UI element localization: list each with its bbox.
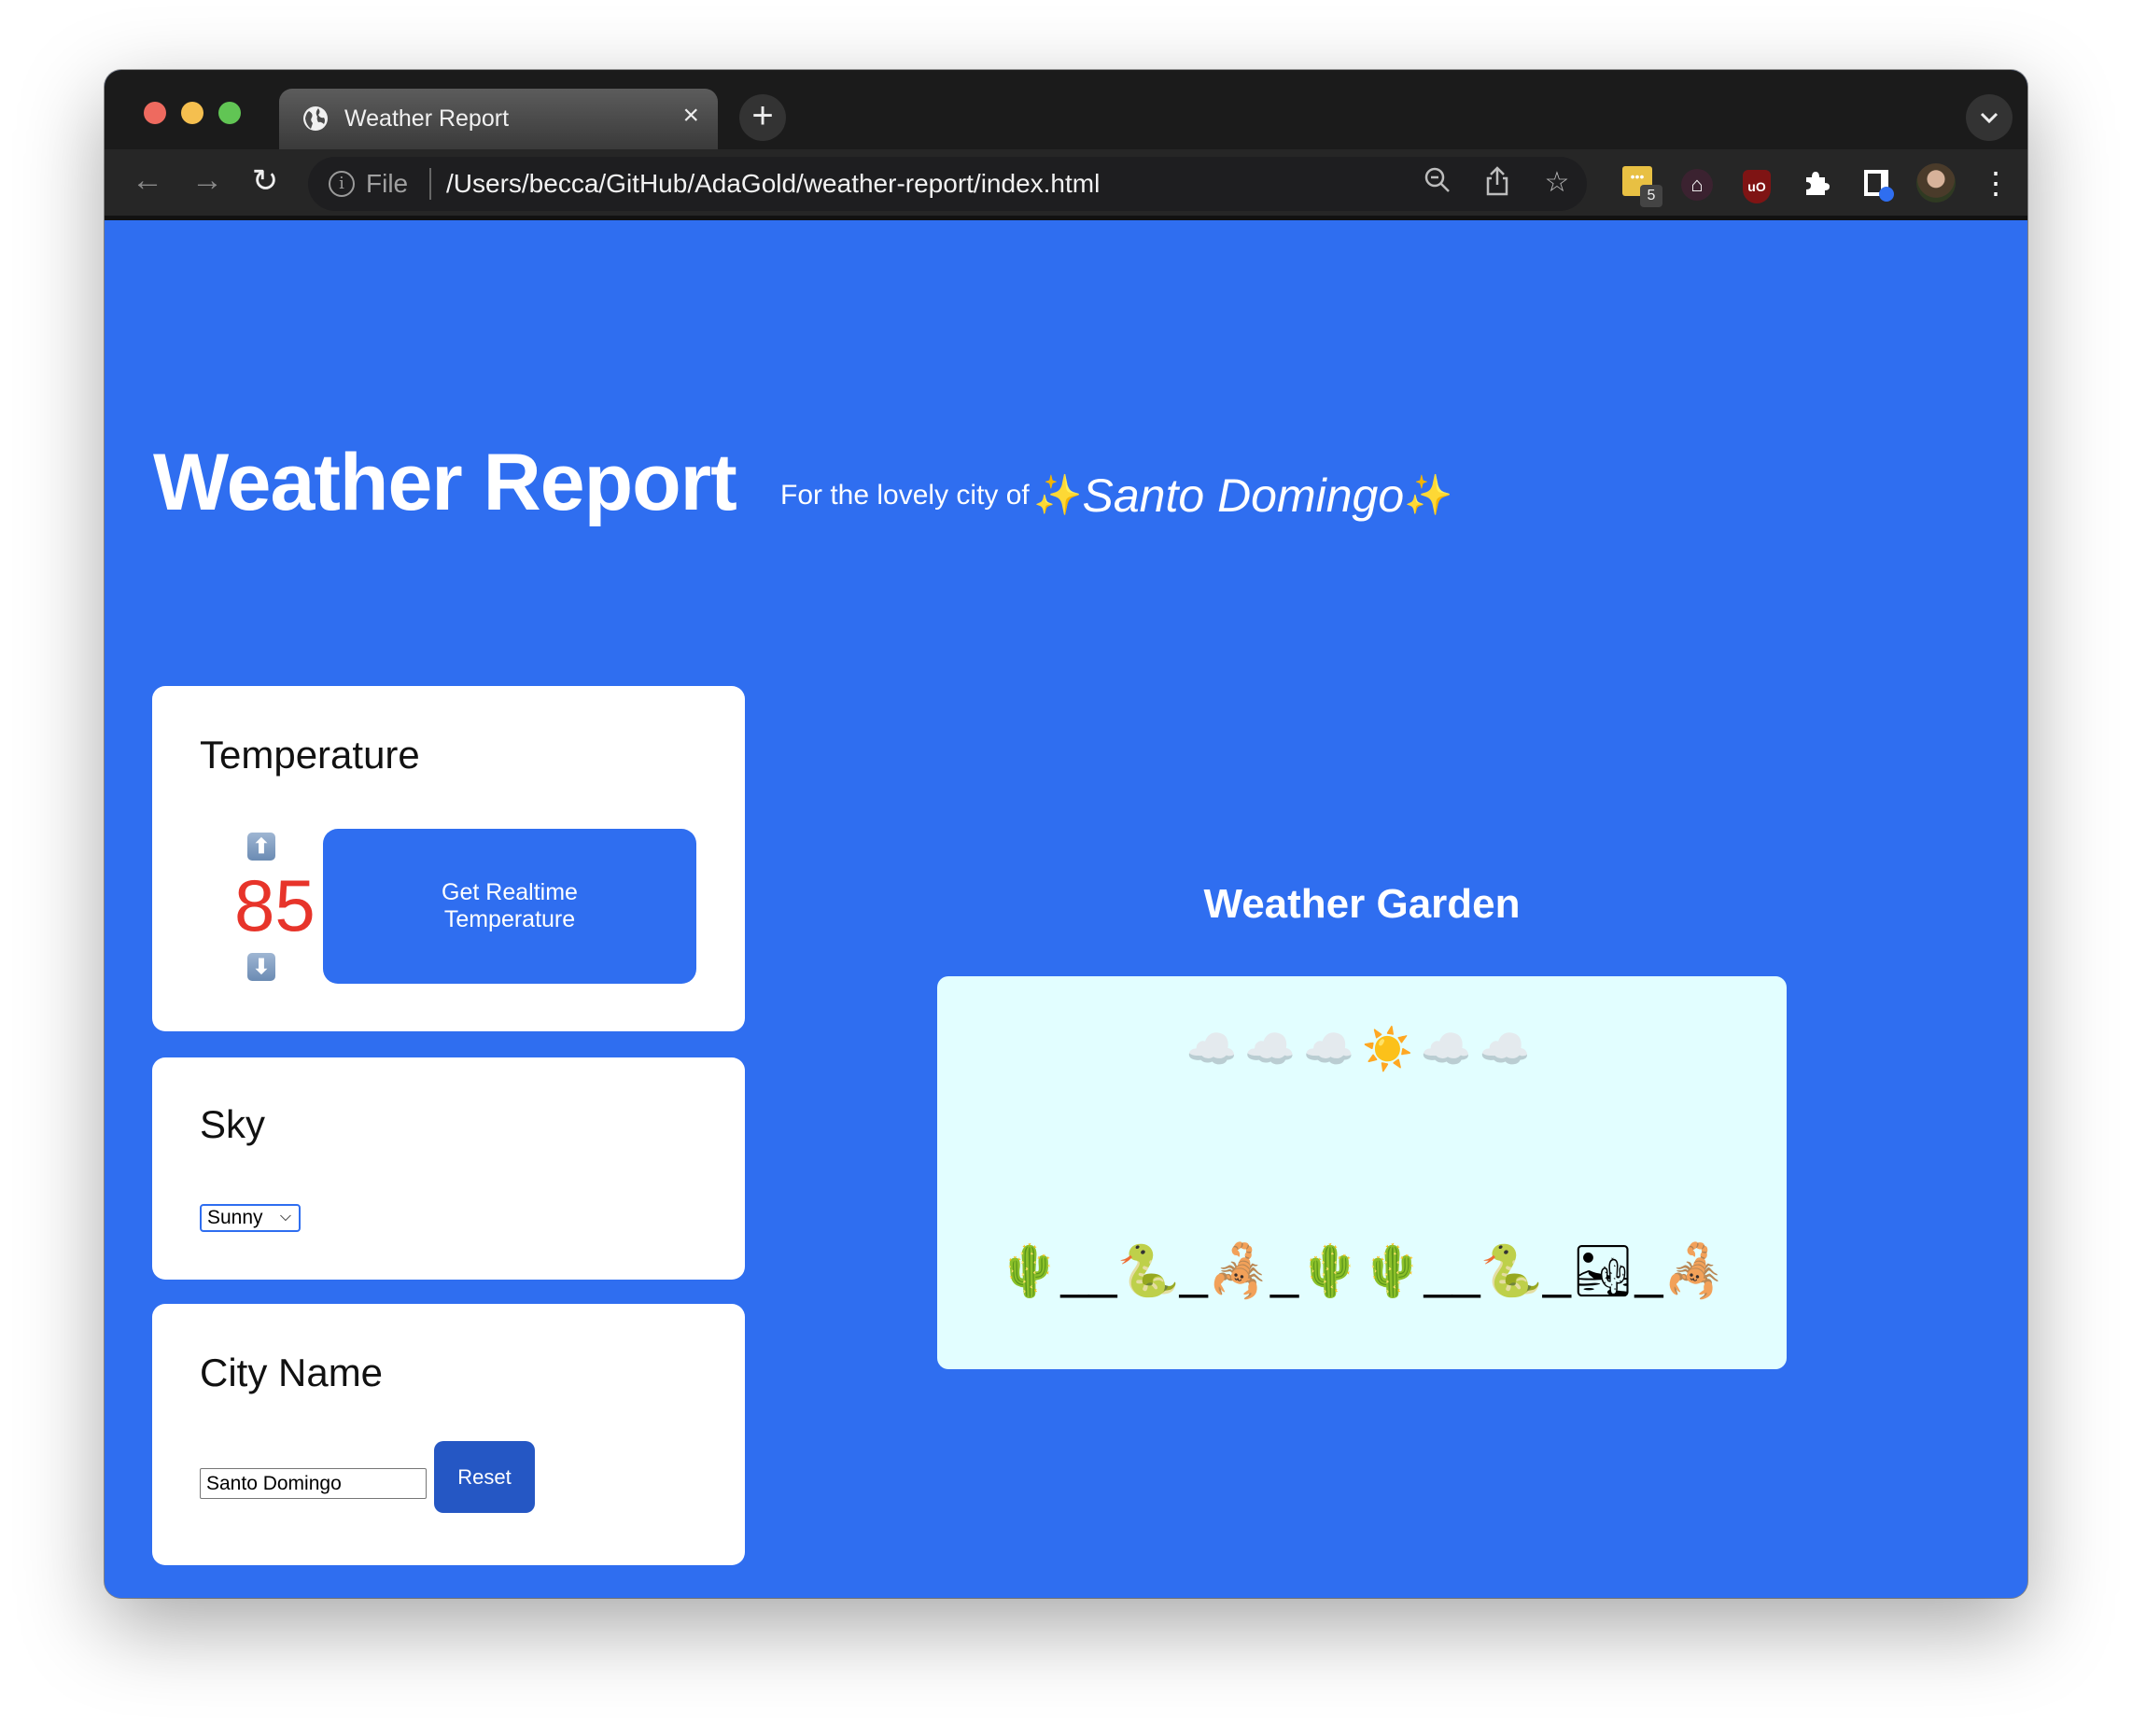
decrease-temp-arrow-down-icon[interactable]: ⬇ — [247, 953, 275, 981]
increase-temp-arrow-up-icon[interactable]: ⬆ — [247, 833, 275, 861]
omnibox-divider — [429, 168, 431, 200]
page-title: Weather Report — [153, 438, 737, 527]
globe-icon — [303, 106, 328, 131]
garden-sky-emojis: ☁️☁️☁️☀️☁️☁️ — [1185, 1027, 1538, 1072]
city-subtitle: For the lovely city of ✨Santo Domingo✨ — [780, 469, 1452, 523]
home-icon: ⌂ — [1681, 169, 1713, 201]
page-content: Weather Report For the lovely city of ✨S… — [105, 220, 2027, 1598]
reload-button[interactable]: ↻ — [246, 162, 284, 200]
tab-weather-report[interactable]: Weather Report × — [279, 89, 718, 149]
zoom-out-icon[interactable] — [1419, 166, 1456, 202]
home-extension[interactable]: ⌂ — [1675, 161, 1719, 205]
sky-selected-value: Sunny — [207, 1207, 263, 1228]
sparkle-icon: ✨ — [1404, 472, 1453, 517]
sky-heading: Sky — [200, 1102, 266, 1146]
profile-avatar[interactable] — [1914, 161, 1958, 205]
forward-button[interactable]: → — [189, 162, 226, 199]
weather-garden: ☁️☁️☁️☀️☁️☁️ 🌵__🐍_🦂_🌵🌵__🐍_🏜_🦂 — [937, 976, 1787, 1369]
tab-title: Weather Report — [344, 105, 510, 132]
maximize-window-button[interactable] — [218, 102, 241, 124]
chevron-down-icon — [1980, 112, 1999, 124]
browser-menu-icon[interactable]: ⋮ — [1973, 161, 2018, 205]
close-tab-icon[interactable]: × — [682, 100, 699, 132]
temperature-value: 85 — [234, 864, 316, 946]
city-name-input[interactable]: Santo Domingo — [200, 1468, 427, 1499]
temperature-card: Temperature ⬆ 85 ⬇ Get Realtime Temperat… — [152, 686, 745, 1031]
address-bar[interactable]: i File /Users/becca/GitHub/AdaGold/weath… — [308, 157, 1587, 211]
close-window-button[interactable] — [144, 102, 166, 124]
ublock-shield-icon: uO — [1743, 170, 1771, 203]
minimize-window-button[interactable] — [181, 102, 203, 124]
info-icon[interactable]: i — [329, 171, 355, 197]
new-tab-button[interactable]: + — [739, 94, 786, 141]
extension-badge-count: 5 — [1640, 185, 1662, 207]
sky-select[interactable]: Sunny ⌵ — [200, 1204, 301, 1232]
sky-card: Sky Sunny ⌵ — [152, 1057, 745, 1280]
reset-button[interactable]: Reset — [434, 1441, 535, 1513]
tab-bar: Weather Report × + — [105, 70, 2027, 149]
bookmark-star-icon[interactable]: ☆ — [1538, 166, 1576, 199]
browser-toolbar: ← → ↻ i File /Users/becca/GitHub/AdaGold… — [105, 149, 2027, 220]
tab-frame-icon — [1864, 170, 1894, 202]
garden-landscape-emojis: 🌵__🐍_🦂_🌵🌵__🐍_🏜_🦂 — [998, 1243, 1726, 1299]
get-realtime-temperature-button[interactable]: Get Realtime Temperature — [323, 829, 696, 984]
browser-window: Weather Report × + ← → ↻ i File /Users/b… — [105, 70, 2027, 1598]
realtime-button-label: Get Realtime Temperature — [442, 879, 578, 932]
share-icon[interactable] — [1479, 166, 1516, 203]
url-text[interactable]: /Users/becca/GitHub/AdaGold/weather-repo… — [446, 169, 1100, 199]
tab-extension[interactable] — [1854, 161, 1899, 205]
weather-garden-title: Weather Garden — [1203, 881, 1521, 927]
city-heading: City Name — [200, 1351, 384, 1394]
password-manager-extension[interactable]: ••• 5 — [1615, 161, 1662, 207]
chevron-down-icon: ⌵ — [279, 1209, 291, 1225]
header-city-name: Santo Domingo — [1082, 469, 1405, 522]
back-button[interactable]: ← — [129, 162, 166, 199]
temperature-heading: Temperature — [200, 733, 420, 777]
subtitle-lead: For the lovely city of — [780, 480, 1030, 511]
sparkle-icon: ✨ — [1033, 472, 1083, 517]
scheme-label: File — [366, 169, 409, 198]
avatar-image — [1916, 163, 1956, 203]
extensions-puzzle-icon[interactable] — [1794, 161, 1839, 205]
city-card: City Name Santo Domingo Reset — [152, 1304, 745, 1565]
ublock-extension[interactable]: uO — [1734, 161, 1779, 205]
tab-search-button[interactable] — [1966, 94, 2013, 141]
